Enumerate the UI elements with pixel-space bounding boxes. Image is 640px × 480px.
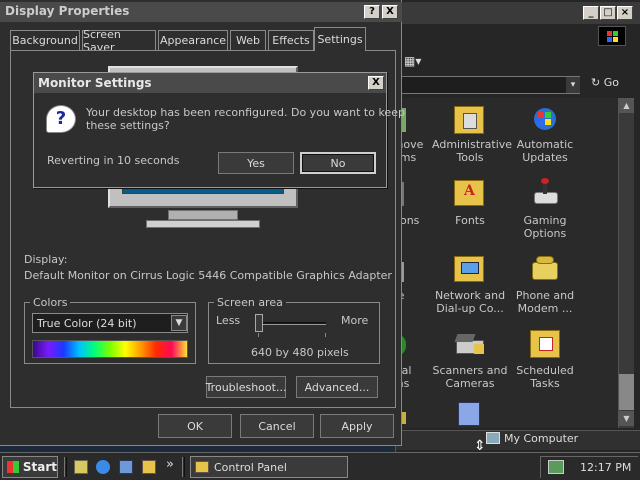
resolution-slider-track[interactable]: [258, 322, 326, 325]
clock[interactable]: 12:17 PM: [580, 461, 631, 474]
control-panel-window: _ □ × ▦▾ ▾ ↻ Go ▲ ▼ movems tions e nalns…: [393, 0, 640, 452]
tab-web[interactable]: Web: [230, 30, 266, 50]
gaming-options-icon[interactable]: [530, 178, 560, 208]
no-button[interactable]: No: [300, 152, 376, 174]
more-label: More: [341, 314, 369, 327]
colors-group-label: Colors: [30, 296, 71, 309]
monitor-message-line2: these settings?: [86, 119, 170, 132]
scroll-thumb[interactable]: [619, 374, 634, 410]
yes-button[interactable]: Yes: [218, 152, 294, 174]
resolution-value: 640 by 480 pixels: [251, 346, 349, 359]
tab-effects[interactable]: Effects: [268, 30, 314, 50]
maximize-button[interactable]: □: [600, 6, 616, 20]
minimize-button[interactable]: _: [583, 6, 599, 20]
scheduled-tasks-label[interactable]: Scheduled Tasks: [508, 364, 582, 390]
partial-bottom-icon: [458, 402, 480, 426]
cancel-button[interactable]: Cancel: [240, 414, 314, 438]
display-adapter-value: Default Monitor on Cirrus Logic 5446 Com…: [24, 269, 392, 282]
fonts-icon[interactable]: A: [454, 180, 484, 206]
automatic-updates-icon[interactable]: [530, 104, 560, 134]
windows-flag-icon: [7, 461, 19, 473]
network-tray-icon[interactable]: [548, 460, 564, 474]
display-label: Display:: [24, 253, 68, 266]
automatic-updates-label[interactable]: Automatic Updates: [508, 138, 582, 164]
monitor-message-line1: Your desktop has been reconfigured. Do y…: [86, 106, 405, 119]
monitor-close-button[interactable]: X: [368, 76, 384, 90]
tab-background[interactable]: Background: [10, 30, 80, 50]
administrative-tools-label[interactable]: Administrative Tools: [432, 138, 512, 164]
scroll-down-button[interactable]: ▼: [619, 411, 634, 426]
scheduled-tasks-icon[interactable]: [530, 330, 560, 358]
scanners-cameras-label[interactable]: Scanners and Cameras: [432, 364, 508, 390]
views-icon[interactable]: ▦▾: [404, 54, 424, 68]
task-control-panel[interactable]: Control Panel: [190, 456, 348, 478]
tab-screen-saver[interactable]: Screen Saver: [82, 28, 156, 54]
tab-appearance[interactable]: Appearance: [158, 30, 228, 50]
go-label: Go: [603, 76, 619, 89]
tab-settings[interactable]: Settings: [314, 27, 366, 51]
display-properties-title: Display Properties: [5, 4, 130, 18]
administrative-tools-icon[interactable]: [454, 106, 484, 134]
dialog-close-button[interactable]: X: [382, 5, 398, 19]
start-button[interactable]: Start: [2, 456, 58, 478]
colors-dropdown-icon[interactable]: ▼: [171, 315, 187, 331]
colors-select-value: True Color (24 bit): [37, 317, 137, 330]
close-button[interactable]: ×: [617, 6, 633, 20]
address-dropdown-button[interactable]: ▾: [566, 77, 580, 93]
quicklaunch-separator: [64, 457, 67, 477]
vertical-scrollbar[interactable]: ▲ ▼: [618, 98, 634, 428]
go-button[interactable]: ↻ Go: [591, 76, 631, 94]
colors-select[interactable]: True Color (24 bit) ▼: [32, 313, 188, 333]
my-computer-icon: [486, 432, 500, 444]
network-dialup-icon[interactable]: [454, 256, 484, 282]
go-arrow-icon: ↻: [591, 76, 601, 89]
color-spectrum-bar: [32, 340, 188, 358]
address-field[interactable]: [396, 76, 580, 94]
taskbar-separator: [182, 457, 185, 477]
scroll-up-button[interactable]: ▲: [619, 98, 634, 113]
quicklaunch-ie-icon[interactable]: [96, 460, 110, 474]
troubleshoot-button[interactable]: Troubleshoot...: [206, 376, 286, 398]
advanced-button[interactable]: Advanced...: [296, 376, 378, 398]
scanners-cameras-icon[interactable]: [454, 330, 486, 358]
windows-logo-icon: [598, 26, 626, 46]
less-label: Less: [216, 314, 241, 327]
quicklaunch-outlook-icon[interactable]: [119, 460, 133, 474]
slider-ticks: [258, 333, 326, 337]
phone-modem-icon[interactable]: [530, 254, 560, 282]
question-icon: ?: [46, 105, 76, 133]
phone-modem-label[interactable]: Phone and Modem ...: [508, 289, 582, 315]
apply-button[interactable]: Apply: [320, 414, 394, 438]
resolution-slider-thumb[interactable]: [255, 314, 263, 332]
display-properties-dialog: Display Properties ? X Background Screen…: [0, 0, 402, 446]
countdown-text: Reverting in 10 seconds: [47, 154, 180, 167]
quicklaunch-more-chevron[interactable]: »: [166, 457, 174, 472]
control-panel-icon: [195, 461, 209, 473]
monitor-settings-dialog: Monitor Settings X ? Your desktop has be…: [33, 72, 405, 188]
status-my-computer: My Computer: [504, 432, 579, 445]
screen-area-group-label: Screen area: [214, 296, 286, 309]
start-label: Start: [22, 460, 57, 474]
ok-button[interactable]: OK: [158, 414, 232, 438]
taskbar: Start » Control Panel 12:17 PM: [0, 452, 640, 480]
task-label: Control Panel: [214, 460, 287, 474]
gaming-options-label[interactable]: Gaming Options: [508, 214, 582, 240]
network-dialup-label[interactable]: Network and Dial-up Co...: [432, 289, 508, 315]
quicklaunch-search-icon[interactable]: [142, 460, 156, 474]
fonts-label[interactable]: Fonts: [432, 214, 508, 227]
monitor-settings-title: Monitor Settings: [38, 76, 152, 90]
help-button[interactable]: ?: [364, 5, 380, 19]
quicklaunch-word-icon[interactable]: [74, 460, 88, 474]
